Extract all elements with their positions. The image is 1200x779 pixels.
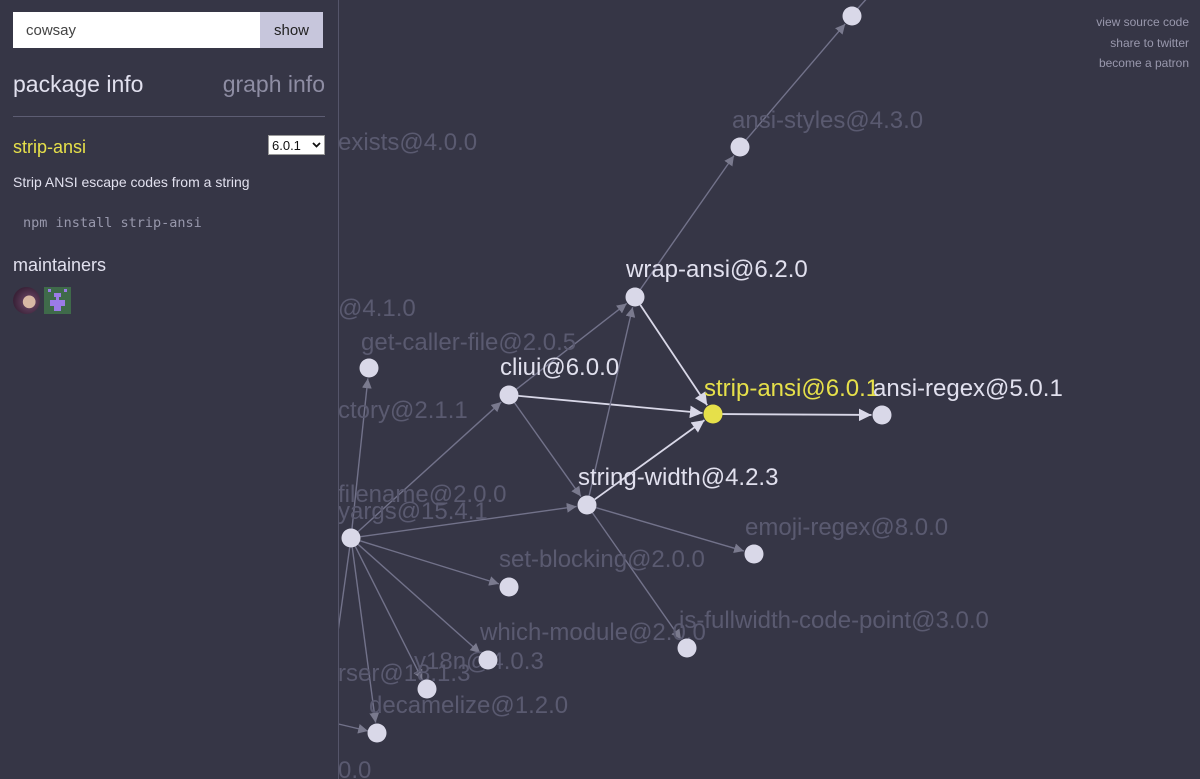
node-label: is-fullwidth-code-point@3.0.0 xyxy=(679,607,989,634)
maintainers-list xyxy=(13,287,71,314)
node-label: which-module@2.0.0 xyxy=(479,619,706,646)
graph-node-ansi-regex[interactable] xyxy=(872,405,892,425)
graph-node-top[interactable] xyxy=(842,6,862,26)
node-label: decamelize@1.2.0 xyxy=(369,692,568,719)
node-label: set-blocking@2.0.0 xyxy=(499,546,705,573)
edge-string-width-to-emoji-regex xyxy=(595,507,745,553)
graph-node-get-caller-file[interactable] xyxy=(359,358,379,378)
node-label: cliui@6.0.0 xyxy=(500,354,619,381)
graph-node-cliui[interactable] xyxy=(499,385,519,405)
node-label: @4.1.0 xyxy=(338,295,416,322)
node-label: yargs@15.4.1 xyxy=(338,498,488,525)
package-search-input[interactable] xyxy=(13,12,260,48)
graph-node-y18n[interactable] xyxy=(417,679,437,699)
graph-node-decamelize[interactable] xyxy=(367,723,387,743)
node-label: get-caller-file@2.0.5 xyxy=(361,329,576,356)
show-button[interactable]: show xyxy=(260,12,323,48)
external-links: view source code share to twitter become… xyxy=(1096,12,1189,74)
install-command: npm install strip-ansi xyxy=(23,215,202,231)
node-label: rser@18.1.3 xyxy=(338,660,470,687)
chevron-down-icon xyxy=(312,142,321,148)
graph-node-is-fullwidth-code-point[interactable] xyxy=(677,638,697,658)
node-label: exists@4.0.0 xyxy=(338,129,477,156)
graph-node-string-width[interactable] xyxy=(577,495,597,515)
node-label: emoji-regex@8.0.0 xyxy=(745,514,948,541)
version-select[interactable]: 6.0.1 xyxy=(268,135,325,155)
view-source-link[interactable]: view source code xyxy=(1096,12,1189,33)
edge-wrap-ansi-to-strip-ansi xyxy=(639,304,708,406)
package-description: Strip ANSI escape codes from a string xyxy=(13,174,250,190)
node-label: string-width@4.2.3 xyxy=(578,464,778,491)
tab-graph-info[interactable]: graph info xyxy=(223,71,325,98)
edge-yargs-to-which-module xyxy=(357,543,481,654)
divider xyxy=(13,116,325,117)
node-label: strip-ansi@6.0.1 xyxy=(704,375,879,402)
edge-cliui-to-string-width xyxy=(513,402,582,497)
node-label: ansi-styles@4.3.0 xyxy=(732,107,923,134)
version-value: 6.0.1 xyxy=(272,137,301,153)
graph-node-yargs[interactable] xyxy=(341,528,361,548)
edge-yargs-to-set-blocking xyxy=(359,540,500,586)
node-label: ctory@2.1.1 xyxy=(338,397,468,424)
package-name: strip-ansi xyxy=(13,137,87,157)
graph-node-which-module[interactable] xyxy=(478,650,498,670)
share-twitter-link[interactable]: share to twitter xyxy=(1096,33,1189,54)
node-label: wrap-ansi@6.2.0 xyxy=(625,256,808,283)
graph-node-wrap-ansi[interactable] xyxy=(625,287,645,307)
sidebar: show package info graph info strip-ansi … xyxy=(0,0,339,779)
maintainers-heading: maintainers xyxy=(13,255,107,275)
search-bar: show xyxy=(13,12,323,48)
graph-node-set-blocking[interactable] xyxy=(499,577,519,597)
tab-package-info[interactable]: package info xyxy=(13,71,143,98)
maintainer-avatar[interactable] xyxy=(13,287,40,314)
maintainer-avatar[interactable] xyxy=(44,287,71,314)
graph-node-ansi-styles[interactable] xyxy=(730,137,750,157)
graph-node-emoji-regex[interactable] xyxy=(744,544,764,564)
node-label: ansi-regex@5.0.1 xyxy=(873,375,1063,402)
edge-strip-ansi-to-ansi-regex xyxy=(722,408,872,422)
sidebar-tabs: package info graph info xyxy=(13,71,325,98)
node-label: 0.0 xyxy=(338,757,371,779)
graph-node-strip-ansi[interactable] xyxy=(703,404,723,424)
patron-link[interactable]: become a patron xyxy=(1096,53,1189,74)
